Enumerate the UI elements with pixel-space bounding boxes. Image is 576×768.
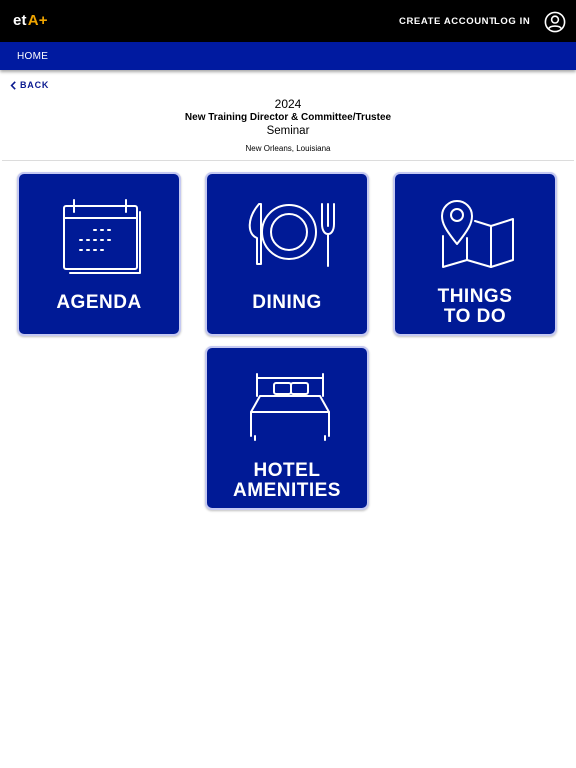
event-title: New Training Director & Committee/Truste… bbox=[184, 112, 392, 123]
hotel-amenities-tile[interactable]: HOTEL AMENITIES bbox=[205, 346, 369, 510]
things-to-do-label: THINGS TO DO bbox=[437, 286, 513, 327]
logo-accent-text: A+ bbox=[27, 12, 48, 29]
event-location: New Orleans, Louisiana bbox=[245, 144, 331, 153]
chevron-left-icon bbox=[10, 80, 16, 90]
top-bar: et A+ CREATE ACCOUNT LOG IN bbox=[0, 0, 576, 42]
dining-tile[interactable]: DINING bbox=[205, 172, 369, 336]
create-account-link[interactable]: CREATE ACCOUNT bbox=[399, 16, 496, 27]
map-pin-icon bbox=[441, 200, 514, 268]
nav-home-link[interactable]: HOME bbox=[17, 51, 48, 62]
app-logo[interactable]: et A+ bbox=[13, 12, 48, 29]
event-header: 2024 New Training Director & Committee/T… bbox=[0, 96, 576, 155]
hotel-amenities-label: HOTEL AMENITIES bbox=[233, 460, 341, 501]
divider bbox=[2, 160, 574, 161]
agenda-label: AGENDA bbox=[56, 292, 142, 313]
profile-button[interactable] bbox=[544, 11, 566, 33]
user-circle-icon bbox=[544, 11, 566, 33]
back-label: BACK bbox=[20, 80, 50, 90]
event-subtitle: Seminar bbox=[266, 125, 310, 137]
things-to-do-tile[interactable]: THINGS TO DO bbox=[393, 172, 557, 336]
logo-text: et bbox=[13, 12, 27, 29]
login-link[interactable]: LOG IN bbox=[494, 16, 530, 27]
calendar-icon bbox=[63, 199, 141, 274]
dining-label: DINING bbox=[252, 292, 322, 313]
plate-utensils-icon bbox=[248, 203, 335, 267]
bed-icon bbox=[250, 373, 330, 441]
back-button[interactable]: BACK bbox=[10, 80, 49, 90]
agenda-tile[interactable]: AGENDA bbox=[17, 172, 181, 336]
event-year: 2024 bbox=[274, 97, 302, 111]
nav-bar: HOME bbox=[0, 42, 576, 70]
